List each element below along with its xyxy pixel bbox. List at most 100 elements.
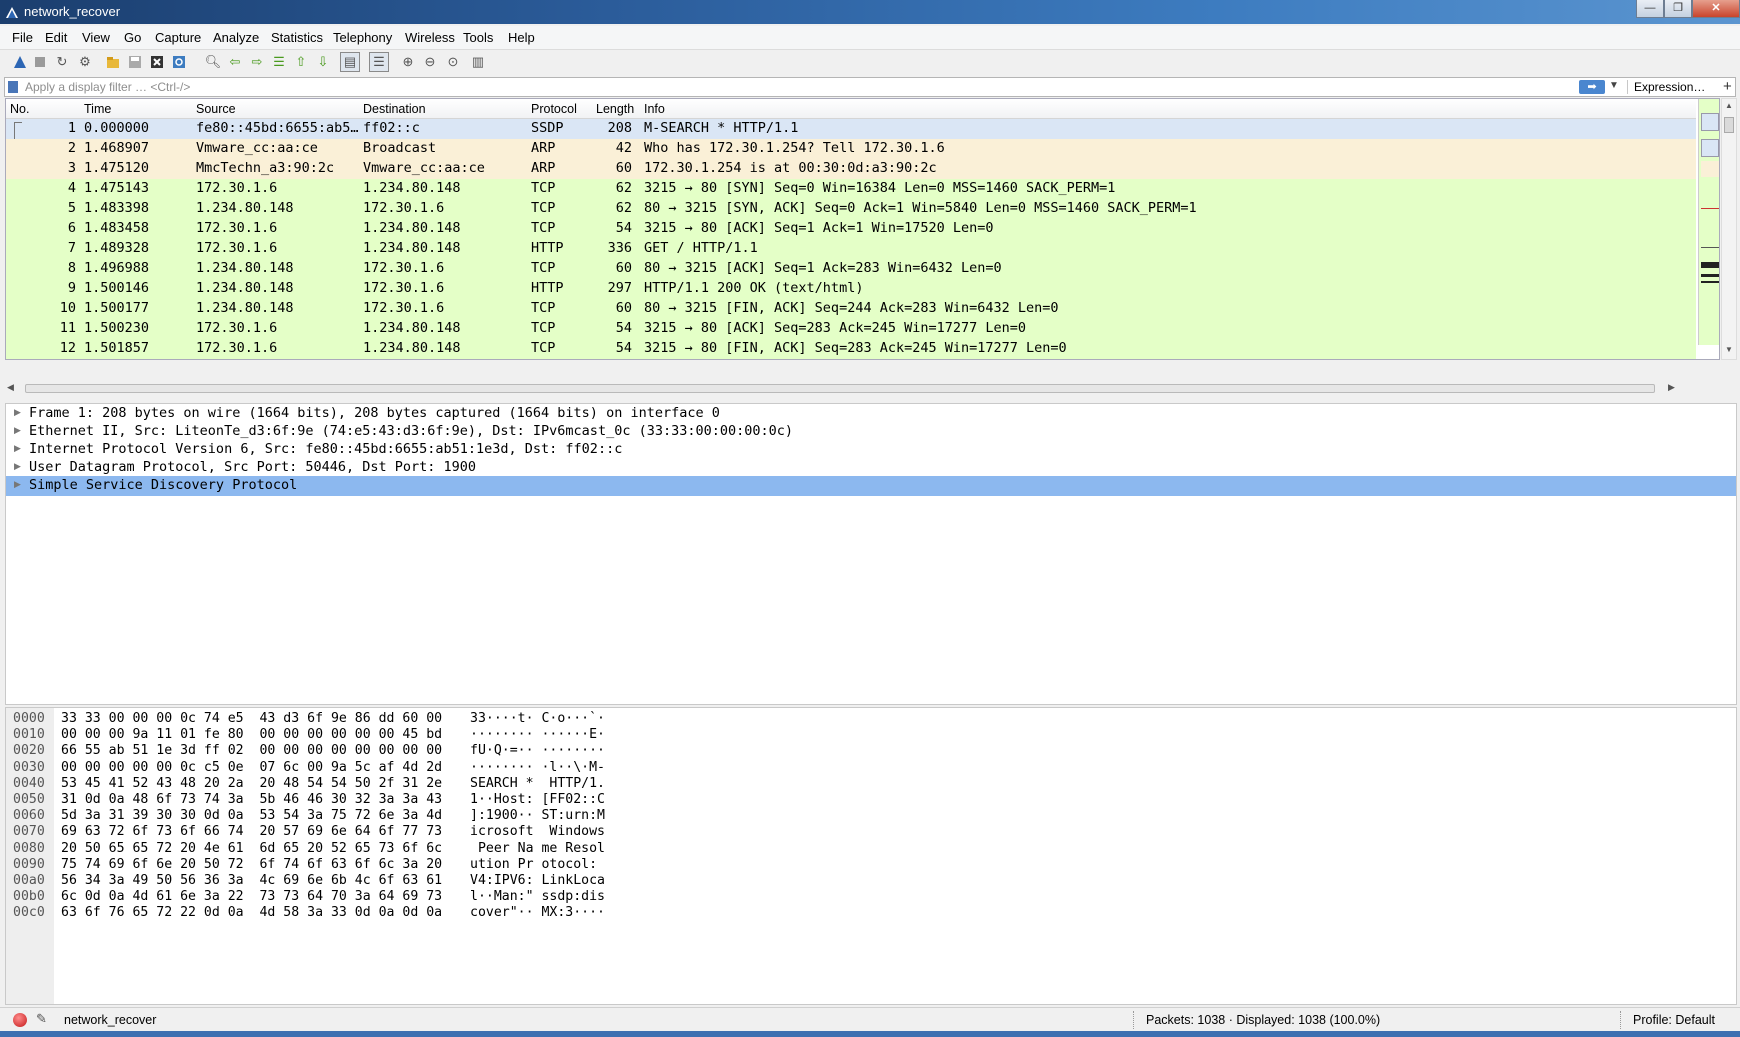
menu-view[interactable]: View bbox=[82, 30, 110, 45]
close-window-button[interactable]: ✕ bbox=[1692, 0, 1740, 18]
zoom-out-icon[interactable]: ⊖ bbox=[420, 52, 440, 72]
start-capture-icon[interactable] bbox=[10, 52, 30, 72]
cell-time: 1.475143 bbox=[84, 180, 150, 196]
go-to-packet-icon[interactable]: ☰ bbox=[269, 52, 289, 72]
detail-row-frame[interactable]: ▶ Frame 1: 208 bytes on wire (1664 bits)… bbox=[6, 404, 1736, 424]
packet-minimap[interactable] bbox=[1698, 99, 1719, 345]
expand-arrow-icon[interactable]: ▶ bbox=[14, 461, 21, 472]
stop-capture-icon[interactable] bbox=[30, 52, 50, 72]
reload-file-icon[interactable] bbox=[169, 52, 189, 72]
column-header-time[interactable]: Time bbox=[84, 102, 111, 116]
column-header-source[interactable]: Source bbox=[196, 102, 236, 116]
save-file-icon[interactable] bbox=[125, 52, 145, 72]
column-header-protocol[interactable]: Protocol bbox=[531, 102, 577, 116]
cell-source: Vmware_cc:aa:ce bbox=[196, 140, 318, 156]
hex-bytes: 6c 0d 0a 4d 61 6e 3a 22 73 73 64 70 3a 6… bbox=[61, 889, 443, 905]
detail-row-ethernet[interactable]: ▶ Ethernet II, Src: LiteonTe_d3:6f:9e (7… bbox=[6, 422, 1736, 442]
cell-length: 60 bbox=[615, 160, 632, 176]
packet-row[interactable]: 6 1.483458 172.30.1.6 1.234.80.148 TCP 54 3215… bbox=[6, 219, 1696, 239]
column-header-info[interactable]: Info bbox=[644, 102, 665, 116]
menu-help[interactable]: Help bbox=[508, 30, 535, 45]
menu-analyze[interactable]: Analyze bbox=[213, 30, 259, 45]
packet-list-horizontal-scrollbar[interactable]: ◀ ▶ bbox=[5, 382, 1720, 396]
cell-source: 172.30.1.6 bbox=[196, 240, 278, 256]
autoscroll-icon[interactable]: ▤ bbox=[340, 52, 360, 72]
zoom-in-icon[interactable]: ⊕ bbox=[398, 52, 418, 72]
detail-row-udp[interactable]: ▶ User Datagram Protocol, Src Port: 5044… bbox=[6, 458, 1736, 478]
apply-filter-arrow-icon[interactable]: ➡ bbox=[1579, 80, 1605, 94]
status-separator bbox=[1133, 1011, 1134, 1029]
cell-length: 60 bbox=[615, 260, 632, 276]
hex-bytes: 33 33 00 00 00 0c 74 e5 43 d3 6f 9e 86 d… bbox=[61, 711, 443, 726]
cell-time: 1.483398 bbox=[84, 200, 150, 216]
close-file-icon[interactable] bbox=[147, 52, 167, 72]
column-header-length[interactable]: Length bbox=[596, 102, 634, 116]
menu-edit[interactable]: Edit bbox=[45, 30, 67, 45]
minimize-button[interactable]: — bbox=[1636, 0, 1664, 18]
packet-list-vertical-scrollbar[interactable]: ▲ ▼ bbox=[1721, 98, 1737, 360]
cell-length: 297 bbox=[607, 280, 632, 296]
menu-tools[interactable]: Tools bbox=[463, 30, 493, 45]
cell-info: M-SEARCH * HTTP/1.1 bbox=[644, 120, 799, 136]
cell-time: 0.000000 bbox=[84, 120, 150, 136]
go-last-packet-icon[interactable]: ⇩ bbox=[313, 52, 333, 72]
packet-row[interactable]: 11 1.500230 172.30.1.6 1.234.80.148 TCP 54 321… bbox=[6, 319, 1696, 339]
hex-bytes: 53 45 41 52 43 48 20 2a 20 48 54 54 50 2… bbox=[61, 775, 443, 791]
hex-offset: 0030 bbox=[13, 759, 45, 775]
cell-protocol: HTTP bbox=[531, 280, 564, 296]
status-profile[interactable]: Profile: Default bbox=[1633, 1013, 1715, 1027]
detail-row-ssdp[interactable]: ▶ Simple Service Discovery Protocol bbox=[6, 476, 1736, 496]
expert-info-led-icon[interactable] bbox=[13, 1013, 27, 1027]
packet-row[interactable]: 3 1.475120 MmcTechn_a3:90:2c Vmware_cc:aa:c… bbox=[6, 159, 1696, 179]
capture-options-icon[interactable]: ⚙ bbox=[75, 52, 95, 72]
add-filter-button[interactable]: + bbox=[1723, 78, 1732, 95]
expression-button[interactable]: Expression… bbox=[1627, 80, 1705, 94]
bookmark-icon[interactable] bbox=[8, 81, 18, 93]
column-header-destination[interactable]: Destination bbox=[363, 102, 426, 116]
hex-bytes: 63 6f 76 65 72 22 0d 0a 4d 58 3a 33 0d 0… bbox=[61, 905, 443, 921]
capture-comment-edit-icon[interactable]: ✎ bbox=[36, 1011, 47, 1027]
menu-bar: File Edit View Go Capture Analyze Statis… bbox=[0, 26, 1740, 50]
cell-time: 1.483458 bbox=[84, 220, 150, 236]
go-back-icon[interactable]: ⇦ bbox=[225, 52, 245, 72]
find-packet-icon[interactable]: 🔍︎ bbox=[203, 52, 223, 72]
detail-row-ipv6[interactable]: ▶ Internet Protocol Version 6, Src: fe80… bbox=[6, 440, 1736, 460]
column-header-no[interactable]: No. bbox=[10, 102, 29, 116]
menu-telephony[interactable]: Telephony bbox=[333, 30, 392, 45]
open-file-icon[interactable] bbox=[103, 52, 123, 72]
colorize-icon[interactable]: ☰ bbox=[369, 52, 389, 72]
packet-row[interactable]: 7 1.489328 172.30.1.6 1.234.80.148 HTTP 336 GE… bbox=[6, 239, 1696, 259]
display-filter-input[interactable] bbox=[25, 79, 1525, 95]
packet-row[interactable]: 12 1.501857 172.30.1.6 1.234.80.148 TCP 54 321… bbox=[6, 339, 1696, 359]
packet-row[interactable]: 4 1.475143 172.30.1.6 1.234.80.148 TCP 62 3215… bbox=[6, 179, 1696, 199]
expand-arrow-icon[interactable]: ▶ bbox=[14, 407, 21, 418]
cell-time: 1.468907 bbox=[84, 140, 150, 156]
filter-history-dropdown-icon[interactable]: ▼ bbox=[1609, 80, 1619, 91]
cell-info: GET / HTTP/1.1 bbox=[644, 240, 758, 256]
zoom-normal-icon[interactable]: ⊙ bbox=[443, 52, 463, 72]
hex-offset: 0050 bbox=[13, 792, 45, 807]
packet-row[interactable]: 9 1.500146 1.234.80.148 172.30.1.6 HTTP 297 HT… bbox=[6, 279, 1696, 299]
packet-row[interactable]: 8 1.496988 1.234.80.148 172.30.1.6 TCP 60 80 →… bbox=[6, 259, 1696, 279]
menu-capture[interactable]: Capture bbox=[155, 30, 201, 45]
go-first-packet-icon[interactable]: ⇧ bbox=[291, 52, 311, 72]
packet-row[interactable]: 5 1.483398 1.234.80.148 172.30.1.6 TCP 62 80 →… bbox=[6, 199, 1696, 219]
menu-statistics[interactable]: Statistics bbox=[271, 30, 323, 45]
packet-row[interactable]: 2 1.468907 Vmware_cc:aa:ce Broadcast ARP 42 Wh… bbox=[6, 139, 1696, 159]
resize-columns-icon[interactable]: ▥ bbox=[468, 52, 488, 72]
menu-wireless[interactable]: Wireless bbox=[405, 30, 455, 45]
expand-arrow-icon[interactable]: ▶ bbox=[14, 425, 21, 436]
menu-go[interactable]: Go bbox=[124, 30, 141, 45]
go-forward-icon[interactable]: ⇨ bbox=[247, 52, 267, 72]
expand-arrow-icon[interactable]: ▶ bbox=[14, 479, 21, 490]
restart-capture-icon[interactable]: ↻ bbox=[52, 52, 72, 72]
packet-row[interactable]: 1 0.000000 fe80::45bd:6655:ab5… ff02::c SSDP… bbox=[6, 119, 1696, 144]
hex-offset: 0020 bbox=[13, 743, 45, 759]
maximize-button[interactable]: ❐ bbox=[1664, 0, 1692, 18]
cell-info: Who has 172.30.1.254? Tell 172.30.1.6 bbox=[644, 140, 945, 156]
menu-file[interactable]: File bbox=[12, 30, 33, 45]
packet-row[interactable]: 131.5074071.234.80.148172.30.1.6TCP6080 … bbox=[6, 359, 1696, 360]
cell-time: 1.501857 bbox=[84, 340, 150, 356]
packet-row[interactable]: 10 1.500177 1.234.80.148 172.30.1.6 TCP 60 80 … bbox=[6, 299, 1696, 319]
expand-arrow-icon[interactable]: ▶ bbox=[14, 443, 21, 454]
